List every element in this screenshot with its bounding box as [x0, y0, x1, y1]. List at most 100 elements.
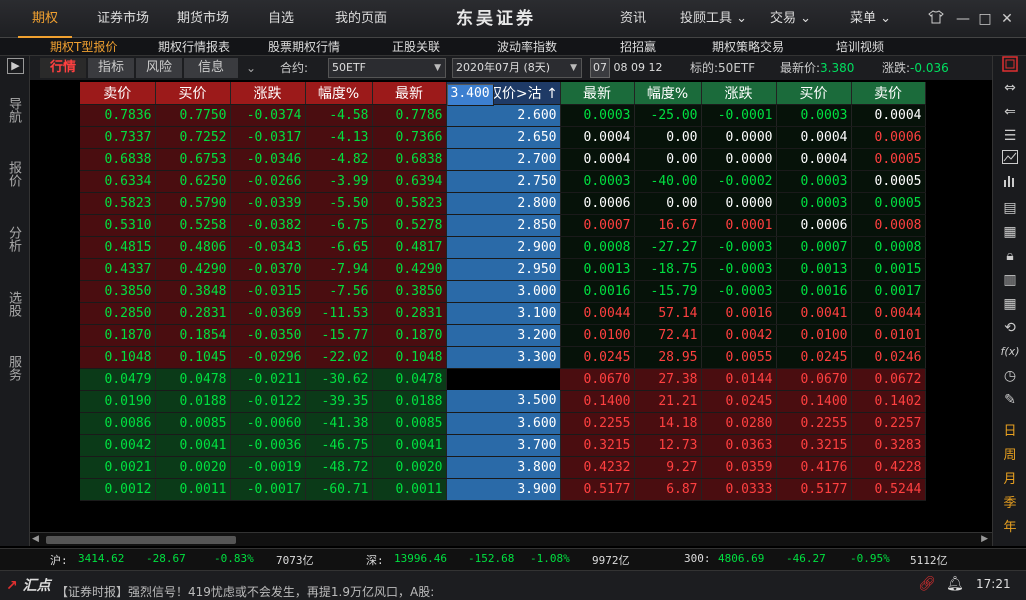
table-row[interactable]: 0.0086 0.0085 -0.0060 -41.38 0.0085 3.600 0.22…	[80, 412, 926, 435]
cell-strike[interactable]: 3.900	[446, 478, 561, 501]
subnav-training-video[interactable]: 培训视频	[836, 38, 884, 56]
subnav-option-report[interactable]: 期权行情报表	[158, 38, 230, 56]
cell-call-ask[interactable]: 0.5823	[80, 192, 156, 215]
cell-call-ask[interactable]: 0.5310	[80, 214, 156, 237]
cell-call-pct[interactable]: -39.35	[305, 390, 373, 413]
cell-call-ask[interactable]: 0.1048	[80, 346, 156, 369]
cell-put-last[interactable]: 0.0004	[560, 148, 635, 171]
cell-put-bid[interactable]: 0.0006	[776, 214, 852, 237]
cell-put-ask[interactable]: 0.0005	[851, 148, 926, 171]
cell-call-change[interactable]: -0.0339	[230, 192, 306, 215]
cell-put-bid[interactable]: 0.3215	[776, 434, 852, 457]
cell-call-last[interactable]: 0.7786	[372, 104, 447, 127]
cell-put-last[interactable]: 0.0670	[560, 368, 635, 391]
cell-put-pct[interactable]: -18.75	[634, 258, 702, 281]
cell-put-change[interactable]: 0.0363	[701, 434, 777, 457]
cell-call-pct[interactable]: -46.75	[305, 434, 373, 457]
cell-call-change[interactable]: -0.0036	[230, 434, 306, 457]
cell-call-last[interactable]: 0.6838	[372, 148, 447, 171]
table-row[interactable]: 0.7337 0.7252 -0.0317 -4.13 0.7366 2.650 0.000…	[80, 126, 926, 149]
sidebar-item-service[interactable]: 服务	[6, 348, 23, 388]
cell-call-pct[interactable]: -4.13	[305, 126, 373, 149]
tab-my-page[interactable]: 我的页面	[326, 0, 396, 38]
cell-call-ask[interactable]: 0.4337	[80, 258, 156, 281]
cell-call-ask[interactable]: 0.0042	[80, 434, 156, 457]
cell-put-bid[interactable]: 0.0016	[776, 280, 852, 303]
cell-put-bid[interactable]: 0.1400	[776, 390, 852, 413]
cell-strike[interactable]: 3.800	[446, 456, 561, 479]
cell-put-ask[interactable]: 0.2257	[851, 412, 926, 435]
cell-put-change[interactable]: 0.0016	[701, 302, 777, 325]
sidebar-item-analysis[interactable]: 分析	[6, 219, 23, 259]
cell-strike[interactable]: 3.200	[446, 324, 561, 347]
cell-strike[interactable]: 3.100	[446, 302, 561, 325]
cell-put-pct[interactable]: -27.27	[634, 236, 702, 259]
cell-strike[interactable]: 2.700	[446, 148, 561, 171]
shirt-icon[interactable]	[927, 10, 945, 28]
cell-put-pct[interactable]: -25.00	[634, 104, 702, 127]
contract-select[interactable]: 50ETF ▼	[328, 58, 446, 78]
cell-put-last[interactable]: 0.0007	[560, 214, 635, 237]
cell-put-pct[interactable]: 28.95	[634, 346, 702, 369]
col-call-change[interactable]: 涨跌	[230, 82, 306, 105]
cell-call-bid[interactable]: 0.6753	[155, 148, 231, 171]
expiry-date-09[interactable]: 09	[631, 61, 645, 74]
cell-call-last[interactable]: 0.0041	[372, 434, 447, 457]
cell-put-change[interactable]: 0.0144	[701, 368, 777, 391]
cell-strike[interactable]: 2.950	[446, 258, 561, 281]
expiry-date-07[interactable]: 07	[590, 58, 610, 78]
cell-call-last[interactable]: 0.2831	[372, 302, 447, 325]
doc-icon[interactable]: ▤	[999, 198, 1021, 218]
table-row[interactable]: 0.4815 0.4806 -0.0343 -6.65 0.4817 2.900 0.000…	[80, 236, 926, 259]
table-row[interactable]: 0.0012 0.0011 -0.0017 -60.71 0.0011 3.900 0.51…	[80, 478, 926, 501]
cell-call-bid[interactable]: 0.0041	[155, 434, 231, 457]
cell-put-change[interactable]: 0.0280	[701, 412, 777, 435]
col-call-ask[interactable]: 卖价	[80, 82, 156, 105]
info-menu[interactable]: 资讯	[620, 0, 646, 38]
cell-put-ask[interactable]: 0.0101	[851, 324, 926, 347]
table-row[interactable]: 0.2850 0.2831 -0.0369 -11.53 0.2831 3.100 0.00…	[80, 302, 926, 325]
cell-call-last[interactable]: 0.1870	[372, 324, 447, 347]
cell-call-bid[interactable]: 0.0085	[155, 412, 231, 435]
cell-put-last[interactable]: 0.1400	[560, 390, 635, 413]
cell-call-ask[interactable]: 0.0479	[80, 368, 156, 391]
cell-call-pct[interactable]: -48.72	[305, 456, 373, 479]
cell-put-change[interactable]: 0.0000	[701, 126, 777, 149]
cell-call-change[interactable]: -0.0343	[230, 236, 306, 259]
cell-put-bid[interactable]: 0.2255	[776, 412, 852, 435]
cell-put-pct[interactable]: 0.00	[634, 148, 702, 171]
cell-call-bid[interactable]: 0.0011	[155, 478, 231, 501]
cell-put-ask[interactable]: 0.0008	[851, 236, 926, 259]
bell-icon[interactable]: 🔔︎	[946, 576, 964, 592]
cell-put-change[interactable]: 0.0245	[701, 390, 777, 413]
cell-put-ask[interactable]: 0.0006	[851, 126, 926, 149]
cell-put-last[interactable]: 0.0006	[560, 192, 635, 215]
col-put-pct[interactable]: 幅度%	[634, 82, 702, 105]
cell-strike[interactable]: 3.700	[446, 434, 561, 457]
cell-call-last[interactable]: 0.3850	[372, 280, 447, 303]
subnav-strategy-trade[interactable]: 期权策略交易	[712, 38, 784, 56]
cell-put-bid[interactable]: 0.0004	[776, 126, 852, 149]
cell-call-ask[interactable]: 0.7337	[80, 126, 156, 149]
cell-put-ask[interactable]: 0.4228	[851, 456, 926, 479]
cell-call-change[interactable]: -0.0266	[230, 170, 306, 193]
col-put-change[interactable]: 涨跌	[701, 82, 777, 105]
cell-call-last[interactable]: 0.0188	[372, 390, 447, 413]
sidebar-item-quote[interactable]: 报价	[6, 154, 23, 194]
cell-put-change[interactable]: 0.0333	[701, 478, 777, 501]
advisor-tools-menu[interactable]: 投顾工具 ⌄	[680, 0, 747, 38]
cell-call-ask[interactable]: 0.0012	[80, 478, 156, 501]
trade-menu[interactable]: 交易 ⌄	[770, 0, 811, 38]
cell-call-pct[interactable]: -6.75	[305, 214, 373, 237]
cell-call-pct[interactable]: -7.56	[305, 280, 373, 303]
cell-call-pct[interactable]: -15.77	[305, 324, 373, 347]
table-row[interactable]: 0.1048 0.1045 -0.0296 -22.02 0.1048 3.300 0.02…	[80, 346, 926, 369]
cell-call-change[interactable]: -0.0019	[230, 456, 306, 479]
period-week[interactable]: 周	[993, 446, 1026, 466]
period-year[interactable]: 年	[993, 518, 1026, 538]
cell-call-change[interactable]: -0.0211	[230, 368, 306, 391]
cell-put-last[interactable]: 0.2255	[560, 412, 635, 435]
cell-strike[interactable]: 2.750	[446, 170, 561, 193]
cell-call-ask[interactable]: 0.0021	[80, 456, 156, 479]
cell-call-pct[interactable]: -4.58	[305, 104, 373, 127]
